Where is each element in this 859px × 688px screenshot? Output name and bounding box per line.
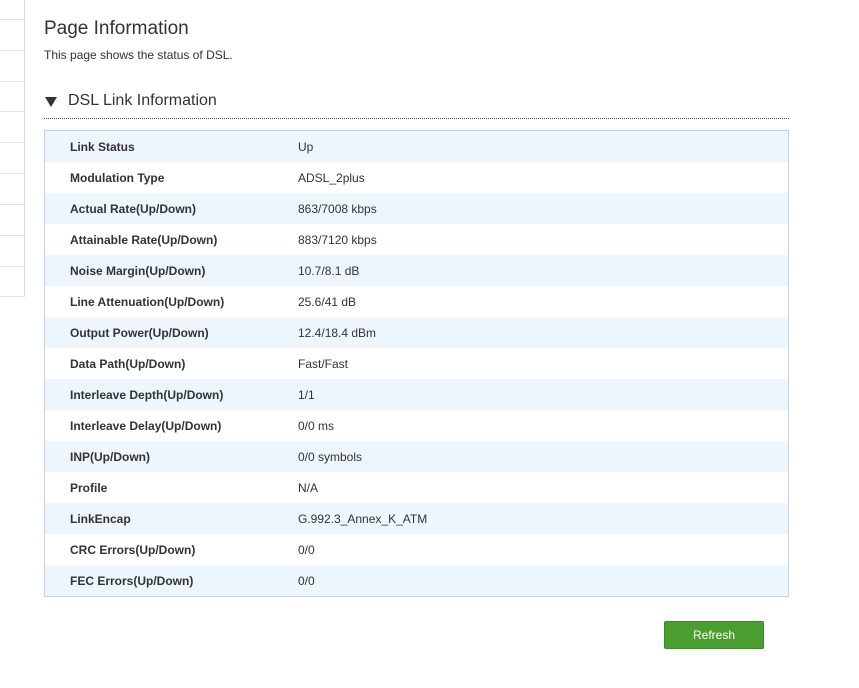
table-row: Profile N/A bbox=[45, 472, 788, 503]
row-label: Line Attenuation(Up/Down) bbox=[70, 294, 225, 309]
page-title: Page Information bbox=[44, 18, 189, 39]
row-value: 0/0 bbox=[298, 573, 315, 588]
row-label: Noise Margin(Up/Down) bbox=[70, 263, 206, 278]
row-value: 0/0 ms bbox=[298, 418, 335, 433]
row-label: Data Path(Up/Down) bbox=[70, 356, 186, 371]
sidebar-divider bbox=[0, 142, 25, 143]
refresh-button[interactable]: Refresh bbox=[664, 621, 764, 649]
dsl-link-section-toggle[interactable]: DSL Link Information bbox=[44, 90, 789, 119]
row-label: Modulation Type bbox=[70, 170, 165, 185]
table-row: Interleave Delay(Up/Down) 0/0 ms bbox=[45, 410, 788, 441]
sidebar-divider bbox=[0, 111, 25, 112]
row-value: Up bbox=[298, 139, 314, 154]
sidebar-divider bbox=[0, 235, 25, 236]
table-row: Actual Rate(Up/Down) 863/7008 kbps bbox=[45, 193, 788, 224]
row-label: FEC Errors(Up/Down) bbox=[70, 573, 194, 588]
row-value: 863/7008 kbps bbox=[298, 201, 377, 216]
row-label: Output Power(Up/Down) bbox=[70, 325, 209, 340]
row-value: 0/0 bbox=[298, 542, 315, 557]
row-value: 12.4/18.4 dBm bbox=[298, 325, 377, 340]
row-value: G.992.3_Annex_K_ATM bbox=[298, 511, 428, 526]
section-title: DSL Link Information bbox=[68, 92, 217, 109]
row-label: Profile bbox=[70, 480, 108, 495]
table-row: Interleave Depth(Up/Down) 1/1 bbox=[45, 379, 788, 410]
table-row: Data Path(Up/Down) Fast/Fast bbox=[45, 348, 788, 379]
table-row: Noise Margin(Up/Down) 10.7/8.1 dB bbox=[45, 255, 788, 286]
sidebar-divider bbox=[0, 266, 25, 267]
sidebar-divider bbox=[0, 173, 25, 174]
sidebar-divider bbox=[0, 50, 25, 51]
table-row: INP(Up/Down) 0/0 symbols bbox=[45, 441, 788, 472]
table-row: Line Attenuation(Up/Down) 25.6/41 dB bbox=[45, 286, 788, 317]
sidebar-divider bbox=[0, 204, 25, 205]
table-row: Output Power(Up/Down) 12.4/18.4 dBm bbox=[45, 317, 788, 348]
page-container: Page Information This page shows the sta… bbox=[0, 0, 859, 688]
row-value: 25.6/41 dB bbox=[298, 294, 357, 309]
row-value: 1/1 bbox=[298, 387, 315, 402]
row-label: Link Status bbox=[70, 139, 135, 154]
row-label: Actual Rate(Up/Down) bbox=[70, 201, 196, 216]
table-row: FEC Errors(Up/Down) 0/0 bbox=[45, 565, 788, 596]
row-value: ADSL_2plus bbox=[298, 170, 365, 185]
sidebar-menu bbox=[0, 0, 25, 297]
row-label: INP(Up/Down) bbox=[70, 449, 150, 464]
row-label: Interleave Delay(Up/Down) bbox=[70, 418, 222, 433]
sidebar-divider bbox=[0, 19, 25, 20]
table-row: CRC Errors(Up/Down) 0/0 bbox=[45, 534, 788, 565]
table-row: LinkEncap G.992.3_Annex_K_ATM bbox=[45, 503, 788, 534]
row-label: CRC Errors(Up/Down) bbox=[70, 542, 196, 557]
dsl-info-table: Link Status Up Modulation Type ADSL_2plus Ac… bbox=[44, 130, 789, 597]
row-value: N/A bbox=[298, 480, 319, 495]
row-label: LinkEncap bbox=[70, 511, 131, 526]
caret-down-icon bbox=[45, 97, 57, 107]
row-value: 0/0 symbols bbox=[298, 449, 363, 464]
row-label: Attainable Rate(Up/Down) bbox=[70, 232, 218, 247]
table-row: Link Status Up bbox=[45, 131, 788, 162]
row-value: 10.7/8.1 dB bbox=[298, 263, 360, 278]
sidebar-divider bbox=[0, 296, 25, 297]
row-value: 883/7120 kbps bbox=[298, 232, 377, 247]
row-value: Fast/Fast bbox=[298, 356, 349, 371]
page-description: This page shows the status of DSL. bbox=[44, 48, 233, 62]
table-row: Attainable Rate(Up/Down) 883/7120 kbps bbox=[45, 224, 788, 255]
sidebar-divider bbox=[0, 81, 25, 82]
row-label: Interleave Depth(Up/Down) bbox=[70, 387, 224, 402]
table-row: Modulation Type ADSL_2plus bbox=[45, 162, 788, 193]
